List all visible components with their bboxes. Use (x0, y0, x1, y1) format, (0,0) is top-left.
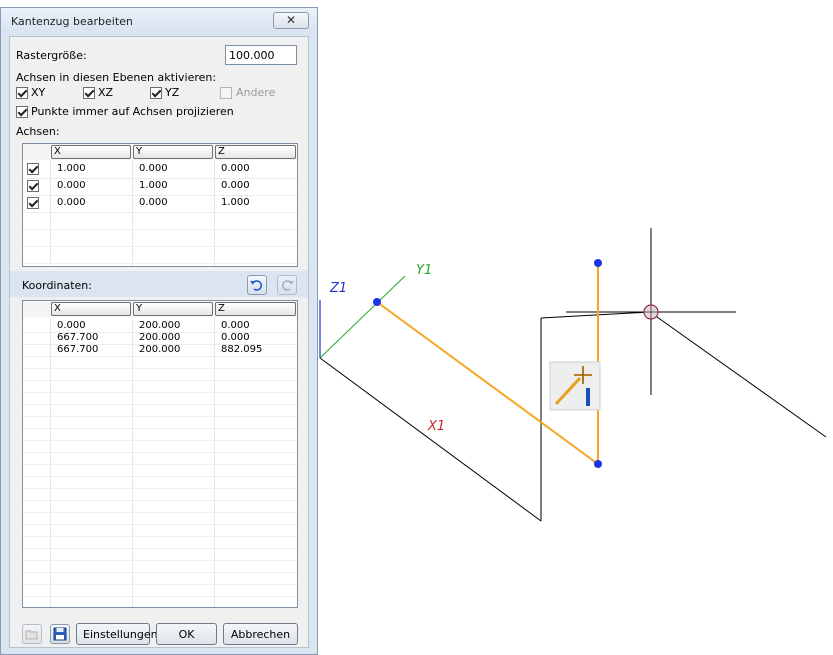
axes-cell-x: 0.000 (57, 197, 86, 208)
z-axis-label: Z1 (329, 281, 347, 296)
axes-cell-z: 0.000 (221, 180, 250, 191)
wireframe-edge (649, 311, 827, 438)
coords-cell-z: 882.095 (221, 344, 263, 355)
axes-table[interactable]: X Y Z 1.000 0.000 0.000 0.000 1.000 0.00… (22, 143, 298, 267)
axes-row[interactable]: 0.000 1.000 0.000 (23, 178, 297, 196)
undo-button[interactable] (247, 275, 267, 295)
axes-col-z[interactable]: Z (215, 145, 296, 159)
edit-polyline-dialog: Kantenzug bearbeiten ✕ Rastergröße: Achs… (0, 7, 318, 655)
coords-row[interactable]: 667.700 200.000 882.095 (23, 344, 297, 357)
coords-section-label: Koordinaten: (22, 279, 92, 292)
plane-other-label: Andere (236, 86, 276, 99)
coords-cell-y: 200.000 (139, 320, 181, 331)
save-button[interactable] (50, 624, 70, 644)
coords-cell-z: 0.000 (221, 320, 250, 331)
axes-cell-z: 0.000 (221, 163, 250, 174)
folder-icon (25, 630, 38, 640)
axes-row[interactable]: 1.000 0.000 0.000 (23, 161, 297, 179)
coords-table-header: X Y Z (23, 301, 297, 317)
axes-row-checkbox[interactable] (27, 163, 39, 175)
draw-line-cursor-icon (549, 361, 601, 411)
coords-cell-x: 667.700 (57, 332, 99, 343)
axes-planes-label: Achsen in diesen Ebenen aktivieren: (16, 71, 217, 84)
snap-target-icon (643, 304, 659, 320)
cancel-button[interactable]: Abbrechen (223, 623, 298, 645)
axes-cell-y: 0.000 (139, 163, 168, 174)
wireframe-edge (319, 357, 542, 522)
open-button[interactable] (22, 624, 42, 644)
project-points-label: Punkte immer auf Achsen projizieren (31, 105, 234, 118)
coords-cell-y: 200.000 (139, 344, 181, 355)
wireframe-edge (540, 311, 651, 319)
x-axis-label: X1 (427, 419, 445, 434)
axes-section-label: Achsen: (16, 125, 60, 138)
axes-col-y[interactable]: Y (133, 145, 213, 159)
undo-icon (250, 280, 263, 291)
polyline-point[interactable] (373, 298, 381, 306)
polyline-point[interactable] (594, 460, 602, 468)
grid-size-input[interactable] (225, 45, 297, 65)
plane-other-checkbox[interactable] (220, 87, 232, 99)
drawing-viewport[interactable]: Z1 Y1 X1 (318, 0, 833, 655)
axes-row-checkbox[interactable] (27, 197, 39, 209)
plane-xz-label: XZ (98, 86, 114, 99)
coords-col-x[interactable]: X (51, 302, 131, 316)
axes-cell-y: 1.000 (139, 180, 168, 191)
grid-size-label: Rastergröße: (16, 49, 87, 62)
settings-button[interactable]: Einstellungen (76, 623, 158, 645)
title-bar[interactable]: Kantenzug bearbeiten ✕ (1, 8, 317, 34)
plane-xy-label: XY (31, 86, 46, 99)
coordinates-table[interactable]: X Y Z 0.000 200.000 0.000 667.700 200.00… (22, 300, 298, 608)
plane-xy-checkbox[interactable] (16, 87, 28, 99)
axes-row[interactable]: 0.000 0.000 1.000 (23, 195, 297, 213)
axes-cell-x: 0.000 (57, 180, 86, 191)
axes-cell-y: 0.000 (139, 197, 168, 208)
ok-button[interactable]: OK (156, 623, 217, 645)
close-icon: ✕ (286, 13, 297, 27)
coords-cell-x: 667.700 (57, 344, 99, 355)
plane-yz-label: YZ (165, 86, 180, 99)
coords-cell-y: 200.000 (139, 332, 181, 343)
coords-col-y[interactable]: Y (133, 302, 213, 316)
y-axis-label: Y1 (416, 263, 432, 278)
axes-col-x[interactable]: X (51, 145, 131, 159)
coords-col-z[interactable]: Z (215, 302, 296, 316)
redo-icon (281, 280, 294, 291)
coords-cell-x: 0.000 (57, 320, 86, 331)
polyline-point[interactable] (594, 259, 602, 267)
close-button[interactable]: ✕ (273, 12, 309, 29)
plane-xz-checkbox[interactable] (83, 87, 95, 99)
plane-yz-checkbox[interactable] (150, 87, 162, 99)
project-points-checkbox[interactable] (16, 106, 28, 118)
redo-button[interactable] (277, 275, 297, 295)
axes-cell-x: 1.000 (57, 163, 86, 174)
axes-row-checkbox[interactable] (27, 180, 39, 192)
axes-table-header: X Y Z (23, 144, 297, 160)
coords-cell-z: 0.000 (221, 332, 250, 343)
floppy-disk-icon (53, 627, 67, 641)
dialog-body: Rastergröße: Achsen in diesen Ebenen akt… (9, 36, 309, 648)
axes-cell-z: 1.000 (221, 197, 250, 208)
dialog-title: Kantenzug bearbeiten (11, 15, 133, 28)
